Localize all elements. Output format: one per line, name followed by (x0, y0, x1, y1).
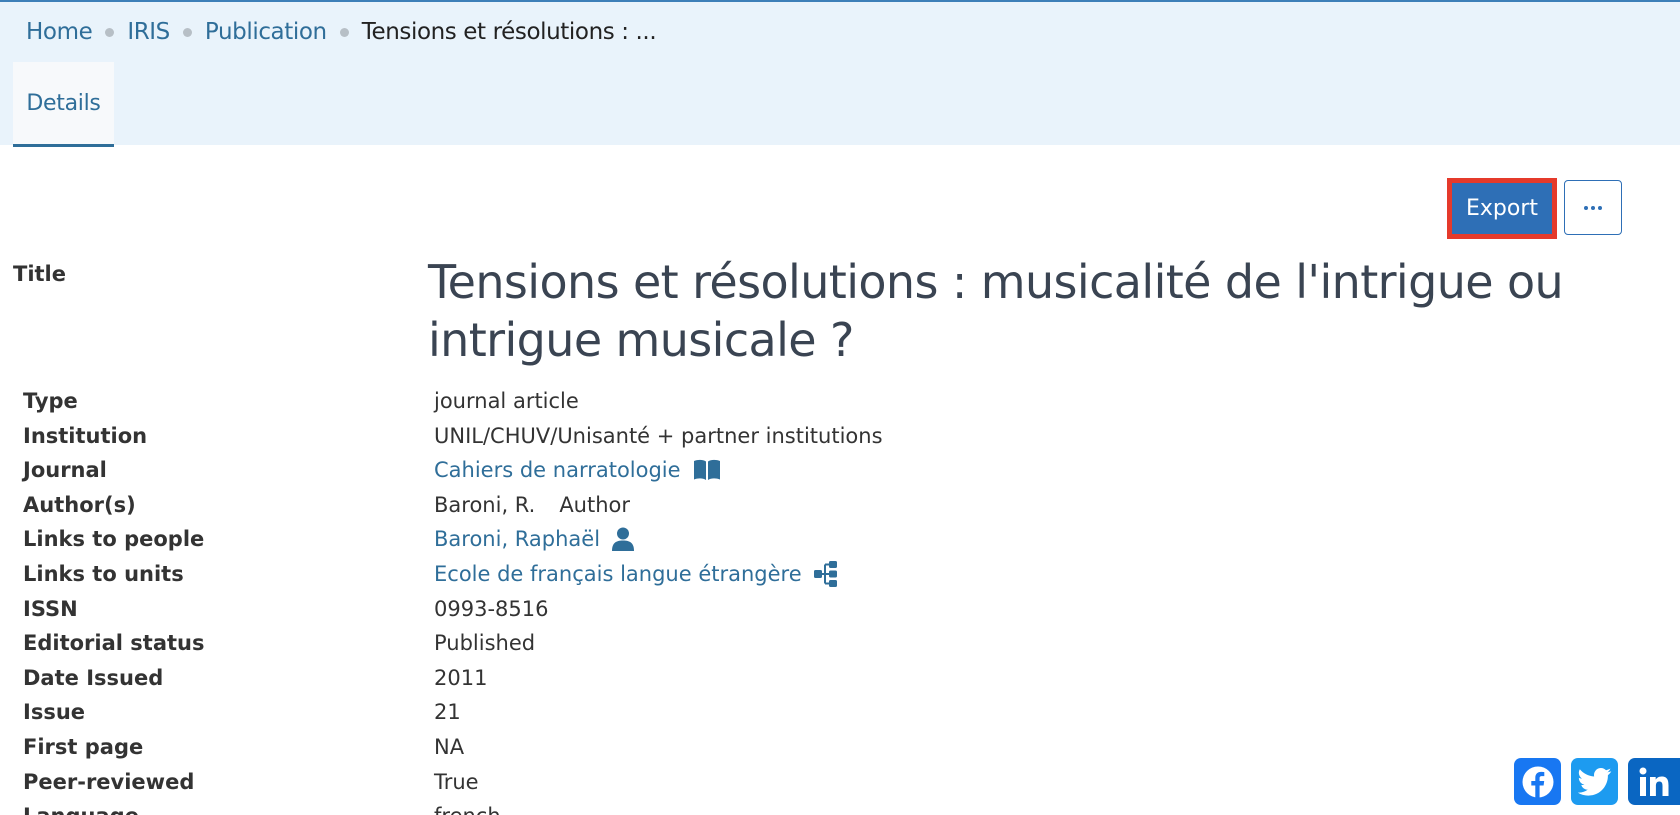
field-row-date-issued: Date Issued 2011 (0, 661, 1680, 696)
field-value: 2011 (434, 665, 488, 690)
field-value: True (434, 769, 479, 794)
header-band: Home IRIS Publication Tensions et résolu… (0, 0, 1680, 147)
field-label: Type (23, 389, 78, 413)
field-value: 0993-8516 (434, 596, 549, 621)
facebook-icon (1522, 766, 1553, 798)
field-value: Ecole de français langue étrangère (434, 557, 838, 591)
author-name: Baroni, R. (434, 492, 536, 517)
field-label: Journal (23, 458, 107, 483)
field-value: Published (434, 631, 536, 656)
field-row-editorial-status: Editorial status Published (0, 626, 1680, 661)
facebook-share-button[interactable] (1514, 758, 1561, 805)
twitter-icon (1577, 767, 1611, 796)
field-row-people: Links to people Baroni, Raphaël (0, 522, 1680, 557)
field-row-first-page: First page NA (0, 730, 1680, 765)
field-value: NA (434, 734, 465, 759)
field-label: First page (23, 734, 144, 759)
field-value: UNIL/CHUV/Unisanté + partner institution… (434, 423, 883, 448)
breadcrumb-separator (182, 27, 192, 37)
person-link[interactable]: Baroni, Raphaël (434, 522, 600, 556)
field-value: Baroni, R. Author (434, 488, 630, 522)
field-label: Language (23, 799, 139, 815)
journal-link[interactable]: Cahiers de narratologie (434, 453, 681, 487)
field-row-institution: Institution UNIL/CHUV/Unisanté + partner… (0, 419, 1680, 454)
linkedin-share-button[interactable] (1628, 758, 1680, 805)
field-row-type: Type journal article (0, 384, 1680, 419)
field-label: ISSN (23, 596, 78, 621)
field-label: Institution (23, 423, 148, 448)
breadcrumb-home[interactable]: Home (26, 19, 93, 45)
twitter-share-button[interactable] (1571, 758, 1618, 805)
ellipsis-icon (1584, 205, 1588, 210)
field-row-peer-reviewed: Peer-reviewed True (0, 765, 1680, 800)
field-row-issn: ISSN 0993-8516 (0, 592, 1680, 627)
export-button[interactable]: Export (1447, 178, 1557, 239)
unit-link[interactable]: Ecole de français langue étrangère (434, 557, 802, 591)
field-value: Baroni, Raphaël (434, 522, 635, 556)
author-role: Author (559, 492, 631, 517)
field-value: 21 (434, 700, 461, 725)
field-row-issue: Issue 21 (0, 695, 1680, 730)
field-label: Editorial status (23, 631, 205, 656)
field-value: french (434, 799, 501, 815)
field-label: Author(s) (23, 492, 136, 517)
breadcrumb: Home IRIS Publication Tensions et résolu… (26, 14, 657, 50)
field-label: Links to units (23, 561, 184, 586)
linkedin-icon (1639, 767, 1669, 796)
field-row-journal: Journal Cahiers de narratologie (0, 453, 1680, 488)
breadcrumb-separator (339, 27, 349, 37)
breadcrumb-iris[interactable]: IRIS (127, 19, 170, 45)
page-title: Tensions et résolutions : musicalité de … (428, 255, 1564, 367)
field-label: Issue (23, 700, 86, 725)
field-value: journal article (434, 389, 579, 413)
more-options-button[interactable] (1564, 180, 1622, 235)
breadcrumb-current: Tensions et résolutions : ... (361, 19, 657, 45)
person-icon[interactable] (612, 527, 635, 552)
field-row-language: Language french (0, 799, 1680, 815)
title-label: Title (13, 262, 67, 286)
book-icon[interactable] (693, 459, 721, 481)
field-value: Cahiers de narratologie (434, 453, 721, 487)
breadcrumb-separator (105, 27, 115, 37)
field-label: Date Issued (23, 665, 164, 690)
sitemap-icon[interactable] (813, 560, 838, 587)
metadata-fields: Type journal article Institution UNIL/CH… (0, 384, 1680, 815)
field-label: Links to people (23, 527, 205, 552)
field-row-units: Links to units Ecole de français langue … (0, 557, 1680, 592)
tab-details[interactable]: Details (13, 62, 114, 147)
field-row-authors: Author(s) Baroni, R. Author (0, 488, 1680, 523)
breadcrumb-publication[interactable]: Publication (205, 19, 327, 45)
field-label: Peer-reviewed (23, 769, 195, 794)
